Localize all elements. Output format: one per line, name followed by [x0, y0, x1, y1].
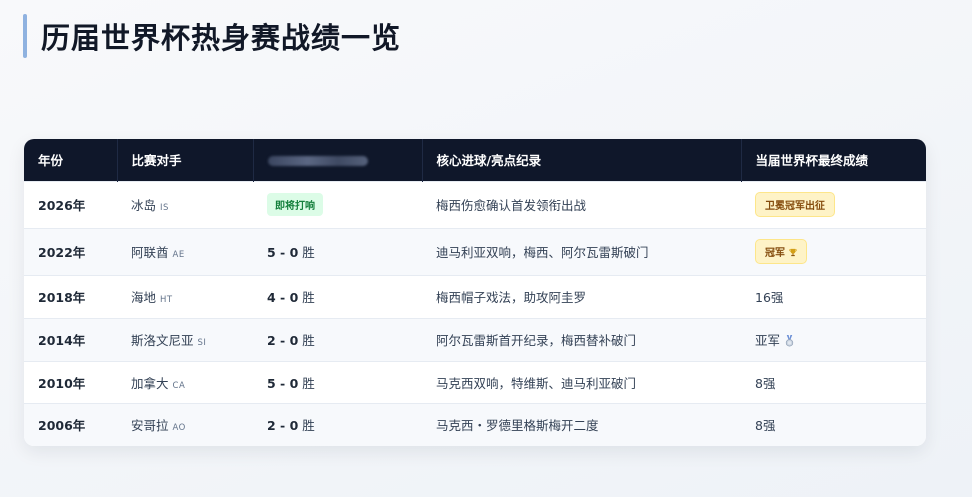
cell-opponent: 冰岛 IS — [117, 181, 253, 228]
blurred-header-text — [267, 155, 368, 166]
cell-score: 5 - 0胜 — [253, 361, 422, 403]
cell-year: 2006年 — [38, 418, 86, 434]
status-badge: 即将打响 — [267, 193, 323, 216]
cell-score: 4 - 0胜 — [253, 275, 422, 318]
match-result: 胜 — [302, 418, 315, 434]
opponent-name: 海地 — [131, 290, 157, 305]
match-score: 2 - 0 — [267, 418, 299, 434]
cell-year: 2010年 — [38, 375, 86, 391]
page-title: 历届世界杯热身赛战绩一览 — [41, 21, 402, 55]
trophy-icon — [789, 248, 797, 257]
cell-opponent: 海地 HT — [117, 275, 253, 318]
country-code: IS — [160, 203, 169, 213]
cell-final: 8强 — [755, 375, 776, 391]
opponent-name: 斯洛文尼亚 — [131, 333, 194, 348]
final-badge: 冠军 — [755, 239, 807, 264]
cell-final: 冠军 — [741, 228, 926, 275]
header-score-obscured — [253, 139, 423, 181]
table-row: 2014年 斯洛文尼亚 SI 2 - 0胜 阿尔瓦雷斯首开纪录，梅西替补破门 亚军 — [24, 318, 926, 361]
match-result: 胜 — [302, 245, 315, 260]
cell-year: 2022年 — [38, 245, 86, 260]
cell-final: 卫冕冠军出征 — [741, 181, 926, 228]
silver-medal-icon — [785, 335, 794, 347]
cell-year: 2018年 — [38, 290, 86, 305]
opponent-name: 阿联酋 — [131, 245, 169, 260]
cell-score: 5 - 0胜 — [253, 228, 422, 275]
cell-score: 2 - 0胜 — [253, 403, 422, 446]
country-code: HT — [160, 295, 173, 305]
cell-opponent: 阿联酋 AE — [117, 228, 253, 275]
header-highlights: 核心进球/亮点纪录 — [422, 139, 742, 181]
match-result: 胜 — [302, 333, 315, 348]
final-result-label: 亚军 — [755, 333, 781, 348]
match-score: 5 - 0 — [267, 375, 299, 391]
final-badge-label: 冠军 — [765, 248, 785, 259]
opponent-name: 加拿大 — [131, 375, 169, 391]
title-accent-bar — [23, 14, 27, 58]
cell-opponent: 加拿大 CA — [117, 361, 253, 403]
cell-final: 亚军 — [741, 318, 926, 361]
table-row: 2006年 安哥拉 AO 2 - 0胜 马克西・罗德里格斯梅开二度 8强 — [24, 403, 926, 446]
match-score: 4 - 0 — [267, 290, 299, 305]
country-code: AE — [172, 250, 185, 260]
cell-year: 2014年 — [38, 333, 86, 348]
table-header-row: 年份 比赛对手 核心进球/亮点纪录 当届世界杯最终成绩 — [24, 139, 926, 181]
page-header: 历届世界杯热身赛战绩一览 — [23, 14, 401, 58]
country-code: AO — [172, 423, 186, 434]
cell-year: 2026年 — [38, 198, 86, 213]
header-year: 年份 — [24, 139, 118, 181]
results-table-card: 年份 比赛对手 核心进球/亮点纪录 当届世界杯最终成绩 2026年 冰岛 IS 即… — [24, 139, 926, 446]
header-opponent: 比赛对手 — [117, 139, 254, 181]
opponent-name: 冰岛 — [131, 198, 157, 213]
cell-highlight: 阿尔瓦雷斯首开纪录，梅西替补破门 — [436, 333, 637, 348]
match-score: 5 - 0 — [267, 245, 299, 260]
country-code: SI — [197, 338, 207, 348]
results-table: 年份 比赛对手 核心进球/亮点纪录 当届世界杯最终成绩 2026年 冰岛 IS 即… — [24, 139, 926, 446]
cell-opponent: 斯洛文尼亚 SI — [117, 318, 253, 361]
header-final-result: 当届世界杯最终成绩 — [755, 153, 869, 169]
match-result: 胜 — [302, 375, 315, 391]
cell-score: 即将打响 — [253, 181, 422, 228]
cell-highlight: 马克西双响，特维斯、迪马利亚破门 — [436, 375, 637, 391]
country-code: CA — [172, 380, 186, 391]
match-score: 2 - 0 — [267, 333, 299, 348]
table-row: 2022年 阿联酋 AE 5 - 0胜 迪马利亚双响，梅西、阿尔瓦雷斯破门 冠军 — [24, 228, 926, 275]
cell-opponent: 安哥拉 AO — [117, 403, 253, 446]
opponent-name: 安哥拉 — [131, 418, 169, 434]
final-badge: 卫冕冠军出征 — [755, 192, 835, 217]
cell-score: 2 - 0胜 — [253, 318, 422, 361]
table-row: 2010年 加拿大 CA 5 - 0胜 马克西双响，特维斯、迪马利亚破门 8强 — [24, 361, 926, 403]
table-row: 2026年 冰岛 IS 即将打响 梅西伤愈确认首发领衔出战 卫冕冠军出征 — [24, 181, 926, 228]
match-result: 胜 — [302, 290, 315, 305]
cell-final: 8强 — [755, 418, 776, 434]
cell-highlight: 马克西・罗德里格斯梅开二度 — [436, 418, 599, 434]
cell-highlight: 迪马利亚双响，梅西、阿尔瓦雷斯破门 — [436, 245, 649, 260]
cell-highlight: 梅西伤愈确认首发领衔出战 — [436, 198, 587, 213]
cell-final: 16强 — [755, 290, 784, 305]
cell-highlight: 梅西帽子戏法，助攻阿圭罗 — [436, 290, 587, 305]
table-row: 2018年 海地 HT 4 - 0胜 梅西帽子戏法，助攻阿圭罗 16强 — [24, 275, 926, 318]
